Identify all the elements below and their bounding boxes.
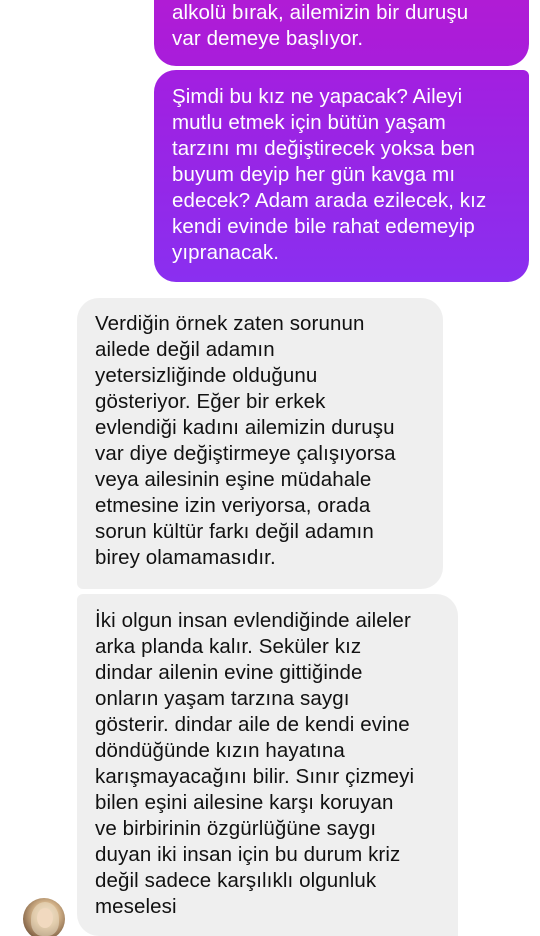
message-text: Şimdi bu kız ne yapacak? Aileyi mutlu et… (172, 85, 487, 264)
sender-avatar[interactable] (23, 898, 65, 936)
message-text: alkolü bırak, ailemizin bir duruşu var d… (172, 1, 469, 50)
incoming-message-bubble[interactable]: İki olgun insan evlendiğinde aileler ark… (77, 594, 458, 936)
message-text: Verdiğin örnek zaten sorunun ailede deği… (95, 312, 396, 569)
outgoing-message-bubble[interactable]: alkolü bırak, ailemizin bir duruşu var d… (154, 0, 529, 66)
message-text: İki olgun insan evlendiğinde aileler ark… (95, 609, 415, 918)
message-thread: alkolü bırak, ailemizin bir duruşu var d… (0, 0, 540, 936)
avatar-face-shape (37, 908, 53, 928)
outgoing-message-bubble[interactable]: Şimdi bu kız ne yapacak? Aileyi mutlu et… (154, 70, 529, 282)
incoming-message-bubble[interactable]: Verdiğin örnek zaten sorunun ailede deği… (77, 298, 443, 589)
